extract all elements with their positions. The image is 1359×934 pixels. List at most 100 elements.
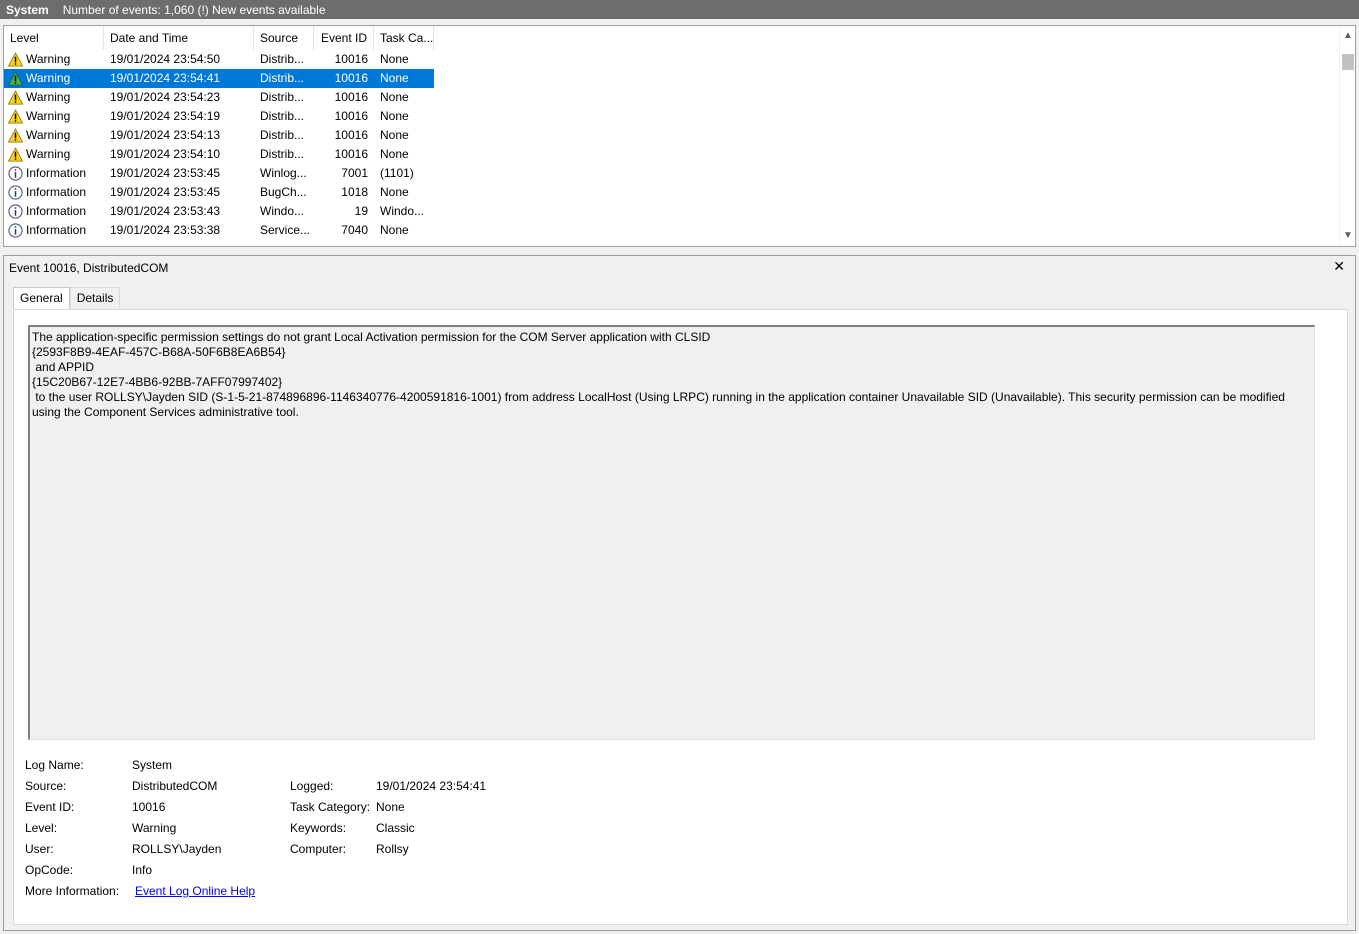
table-row[interactable]: Warning 19/01/2024 23:54:23 Distrib... 1001… xyxy=(4,88,434,107)
value-source: DistributedCOM xyxy=(132,779,218,793)
cell-task-category: None xyxy=(380,71,409,85)
table-row[interactable]: Warning 19/01/2024 23:54:13 Distrib... 1001… xyxy=(4,126,434,145)
close-icon[interactable]: ✕ xyxy=(1333,258,1345,275)
level-text: Information xyxy=(26,166,87,180)
detail-tabs: General Details xyxy=(13,287,121,309)
cell-source: BugCh... xyxy=(260,185,307,199)
label-opcode: OpCode: xyxy=(25,863,74,877)
event-rows: Warning 19/01/2024 23:54:50 Distrib... 1001… xyxy=(4,50,1340,240)
cell-date-time: 19/01/2024 23:54:13 xyxy=(110,128,221,142)
cell-event-id: 10016 xyxy=(334,71,368,85)
general-tab-body: The application-specific permission sett… xyxy=(13,309,1348,925)
cell-task-category: None xyxy=(380,185,409,199)
cell-level: Warning xyxy=(4,50,104,69)
warning-icon xyxy=(8,71,26,86)
list-scrollbar[interactable]: ▲ ▼ xyxy=(1339,26,1355,246)
value-user: ROLLSY\Jayden xyxy=(132,842,222,856)
value-keywords: Classic xyxy=(376,821,415,835)
table-row[interactable]: Warning 19/01/2024 23:54:50 Distrib... 1001… xyxy=(4,50,434,69)
cell-event-id: 10016 xyxy=(334,147,368,161)
cell-event-id: 7040 xyxy=(341,223,368,237)
level-text: Warning xyxy=(26,109,71,123)
event-count-info: Number of events: 1,060 (!) New events a… xyxy=(62,2,326,17)
cell-source: Distrib... xyxy=(260,71,305,85)
column-header-level[interactable]: Level xyxy=(4,26,104,50)
cell-date-time: 19/01/2024 23:53:45 xyxy=(110,166,221,180)
events-list[interactable]: Level Date and Time Source Event ID Task… xyxy=(3,25,1356,247)
info-icon xyxy=(8,166,26,181)
cell-task-category: None xyxy=(380,90,409,104)
log-header-bar: System Number of events: 1,060 (!) New e… xyxy=(0,0,1359,19)
cell-task-category: (1101) xyxy=(380,166,414,180)
cell-source: Distrib... xyxy=(260,128,305,142)
level-text: Information xyxy=(26,204,87,218)
cell-date-time: 19/01/2024 23:54:19 xyxy=(110,109,221,123)
level-text: Warning xyxy=(26,52,71,66)
level-text: Warning xyxy=(26,71,71,85)
cell-level: Warning xyxy=(4,145,104,164)
column-header-source[interactable]: Source xyxy=(254,26,314,50)
table-row[interactable]: Information 19/01/2024 23:53:45 BugCh... 10… xyxy=(4,183,434,202)
column-header-date[interactable]: Date and Time xyxy=(104,26,254,50)
table-row[interactable]: Warning 19/01/2024 23:54:19 Distrib... 1001… xyxy=(4,107,434,126)
table-row[interactable]: Warning 19/01/2024 23:54:41 Distrib... 1001… xyxy=(4,69,434,88)
level-text: Warning xyxy=(26,128,71,142)
warning-icon xyxy=(8,109,26,124)
scroll-up-icon[interactable]: ▲ xyxy=(1340,28,1355,44)
table-row[interactable]: Warning 19/01/2024 23:54:10 Distrib... 1001… xyxy=(4,145,434,164)
table-row[interactable]: Information 19/01/2024 23:53:38 Service...… xyxy=(4,221,434,240)
table-row[interactable]: Information 19/01/2024 23:53:45 Winlog... 7… xyxy=(4,164,434,183)
cell-level: Information xyxy=(4,164,104,183)
warning-icon xyxy=(8,147,26,162)
label-logged: Logged: xyxy=(290,779,334,793)
level-text: Warning xyxy=(26,147,71,161)
value-level: Warning xyxy=(132,821,177,835)
label-more-information: More Information: xyxy=(25,884,120,898)
cell-task-category: None xyxy=(380,147,409,161)
cell-source: Service... xyxy=(260,223,311,237)
cell-task-category: Windo... xyxy=(380,204,425,218)
value-opcode: Info xyxy=(132,863,153,877)
tab-details[interactable]: Details xyxy=(69,287,121,308)
cell-level: Information xyxy=(4,202,104,221)
cell-event-id: 19 xyxy=(354,204,368,218)
value-log-name: System xyxy=(132,758,173,772)
info-icon xyxy=(8,223,26,238)
label-log-name: Log Name: xyxy=(25,758,84,772)
scrollbar-thumb[interactable] xyxy=(1342,54,1354,70)
value-computer: Rollsy xyxy=(376,842,409,856)
cell-source: Winlog... xyxy=(260,166,307,180)
cell-task-category: None xyxy=(380,109,409,123)
cell-level: Warning xyxy=(4,126,104,145)
value-logged: 19/01/2024 23:54:41 xyxy=(376,779,487,793)
label-event-id: Event ID: xyxy=(25,800,75,814)
event-log-online-help-link[interactable]: Event Log Online Help xyxy=(135,884,255,899)
cell-level: Information xyxy=(4,183,104,202)
cell-date-time: 19/01/2024 23:53:38 xyxy=(110,223,221,237)
table-row[interactable]: Information 19/01/2024 23:53:43 Windo... 19… xyxy=(4,202,434,221)
cell-event-id: 1018 xyxy=(341,185,368,199)
cell-level: Warning xyxy=(4,107,104,126)
event-message[interactable]: The application-specific permission sett… xyxy=(28,325,1315,740)
level-text: Warning xyxy=(26,90,71,104)
warning-icon xyxy=(8,90,26,105)
cell-task-category: None xyxy=(380,52,409,66)
column-header-task-category[interactable]: Task Ca... xyxy=(374,26,434,50)
cell-event-id: 10016 xyxy=(334,128,368,142)
label-source: Source: xyxy=(25,779,67,793)
tab-general[interactable]: General xyxy=(13,287,70,309)
cell-date-time: 19/01/2024 23:54:23 xyxy=(110,90,221,104)
cell-date-time: 19/01/2024 23:53:45 xyxy=(110,185,221,199)
cell-task-category: None xyxy=(380,128,409,142)
cell-date-time: 19/01/2024 23:54:50 xyxy=(110,52,221,66)
cell-source: Distrib... xyxy=(260,90,305,104)
cell-date-time: 19/01/2024 23:54:41 xyxy=(110,71,221,85)
column-header-event-id[interactable]: Event ID xyxy=(314,26,374,50)
cell-source: Distrib... xyxy=(260,147,305,161)
info-icon xyxy=(8,185,26,200)
cell-event-id: 7001 xyxy=(341,166,368,180)
label-task-category: Task Category: xyxy=(290,800,371,814)
cell-date-time: 19/01/2024 23:53:43 xyxy=(110,204,221,218)
log-name-title: System xyxy=(6,2,49,17)
scroll-down-icon[interactable]: ▼ xyxy=(1340,228,1355,244)
